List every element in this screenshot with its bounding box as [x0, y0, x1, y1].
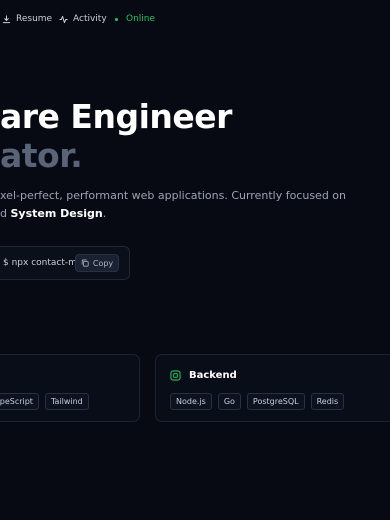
copy-icon [81, 259, 89, 267]
hero-title-line2: ator. [0, 136, 83, 175]
activity-icon [59, 15, 68, 23]
copy-label: Copy [92, 258, 114, 268]
desc-line2-suffix: . [102, 207, 107, 220]
status-dot-icon [115, 17, 118, 21]
skill-card-backend: Backend Node.js Go PostgreSQL Redis [155, 354, 390, 422]
activity-link[interactable]: Activity [59, 14, 107, 24]
desc-line2-prefix: d [0, 207, 11, 220]
copy-button[interactable]: Copy [75, 254, 119, 272]
download-icon [2, 14, 11, 23]
command-text: $ npx contact-me [3, 258, 83, 268]
tag: Go [217, 393, 241, 410]
tag: PostgreSQL [246, 393, 305, 410]
tag: ypeScript [0, 393, 39, 410]
desc-highlight: System Design [10, 207, 103, 220]
card-title: Backend [189, 370, 237, 381]
command-box: $ npx contact-me Copy [0, 246, 130, 280]
tag: Redis [310, 393, 345, 410]
chip-icon [170, 370, 181, 381]
resume-label: Resume [16, 14, 53, 24]
tag-list: ypeScript Tailwind [0, 393, 89, 410]
desc-line1: xel-perfect, performant web applications… [0, 189, 346, 202]
tag-list: Node.js Go PostgreSQL Redis [170, 393, 345, 410]
activity-label: Activity [73, 14, 107, 24]
desc-line2: d System Design. [0, 205, 346, 223]
tag: Tailwind [44, 393, 89, 410]
hero-title-line1: are Engineer [0, 97, 232, 136]
status-badge: Online [115, 14, 155, 24]
hero-description: xel-perfect, performant web applications… [0, 187, 346, 223]
skill-card-frontend: ypeScript Tailwind [0, 354, 140, 422]
resume-link[interactable]: Resume [2, 14, 52, 24]
status-label: Online [126, 14, 156, 24]
tag: Node.js [170, 393, 212, 410]
card-header: Backend [170, 370, 237, 381]
